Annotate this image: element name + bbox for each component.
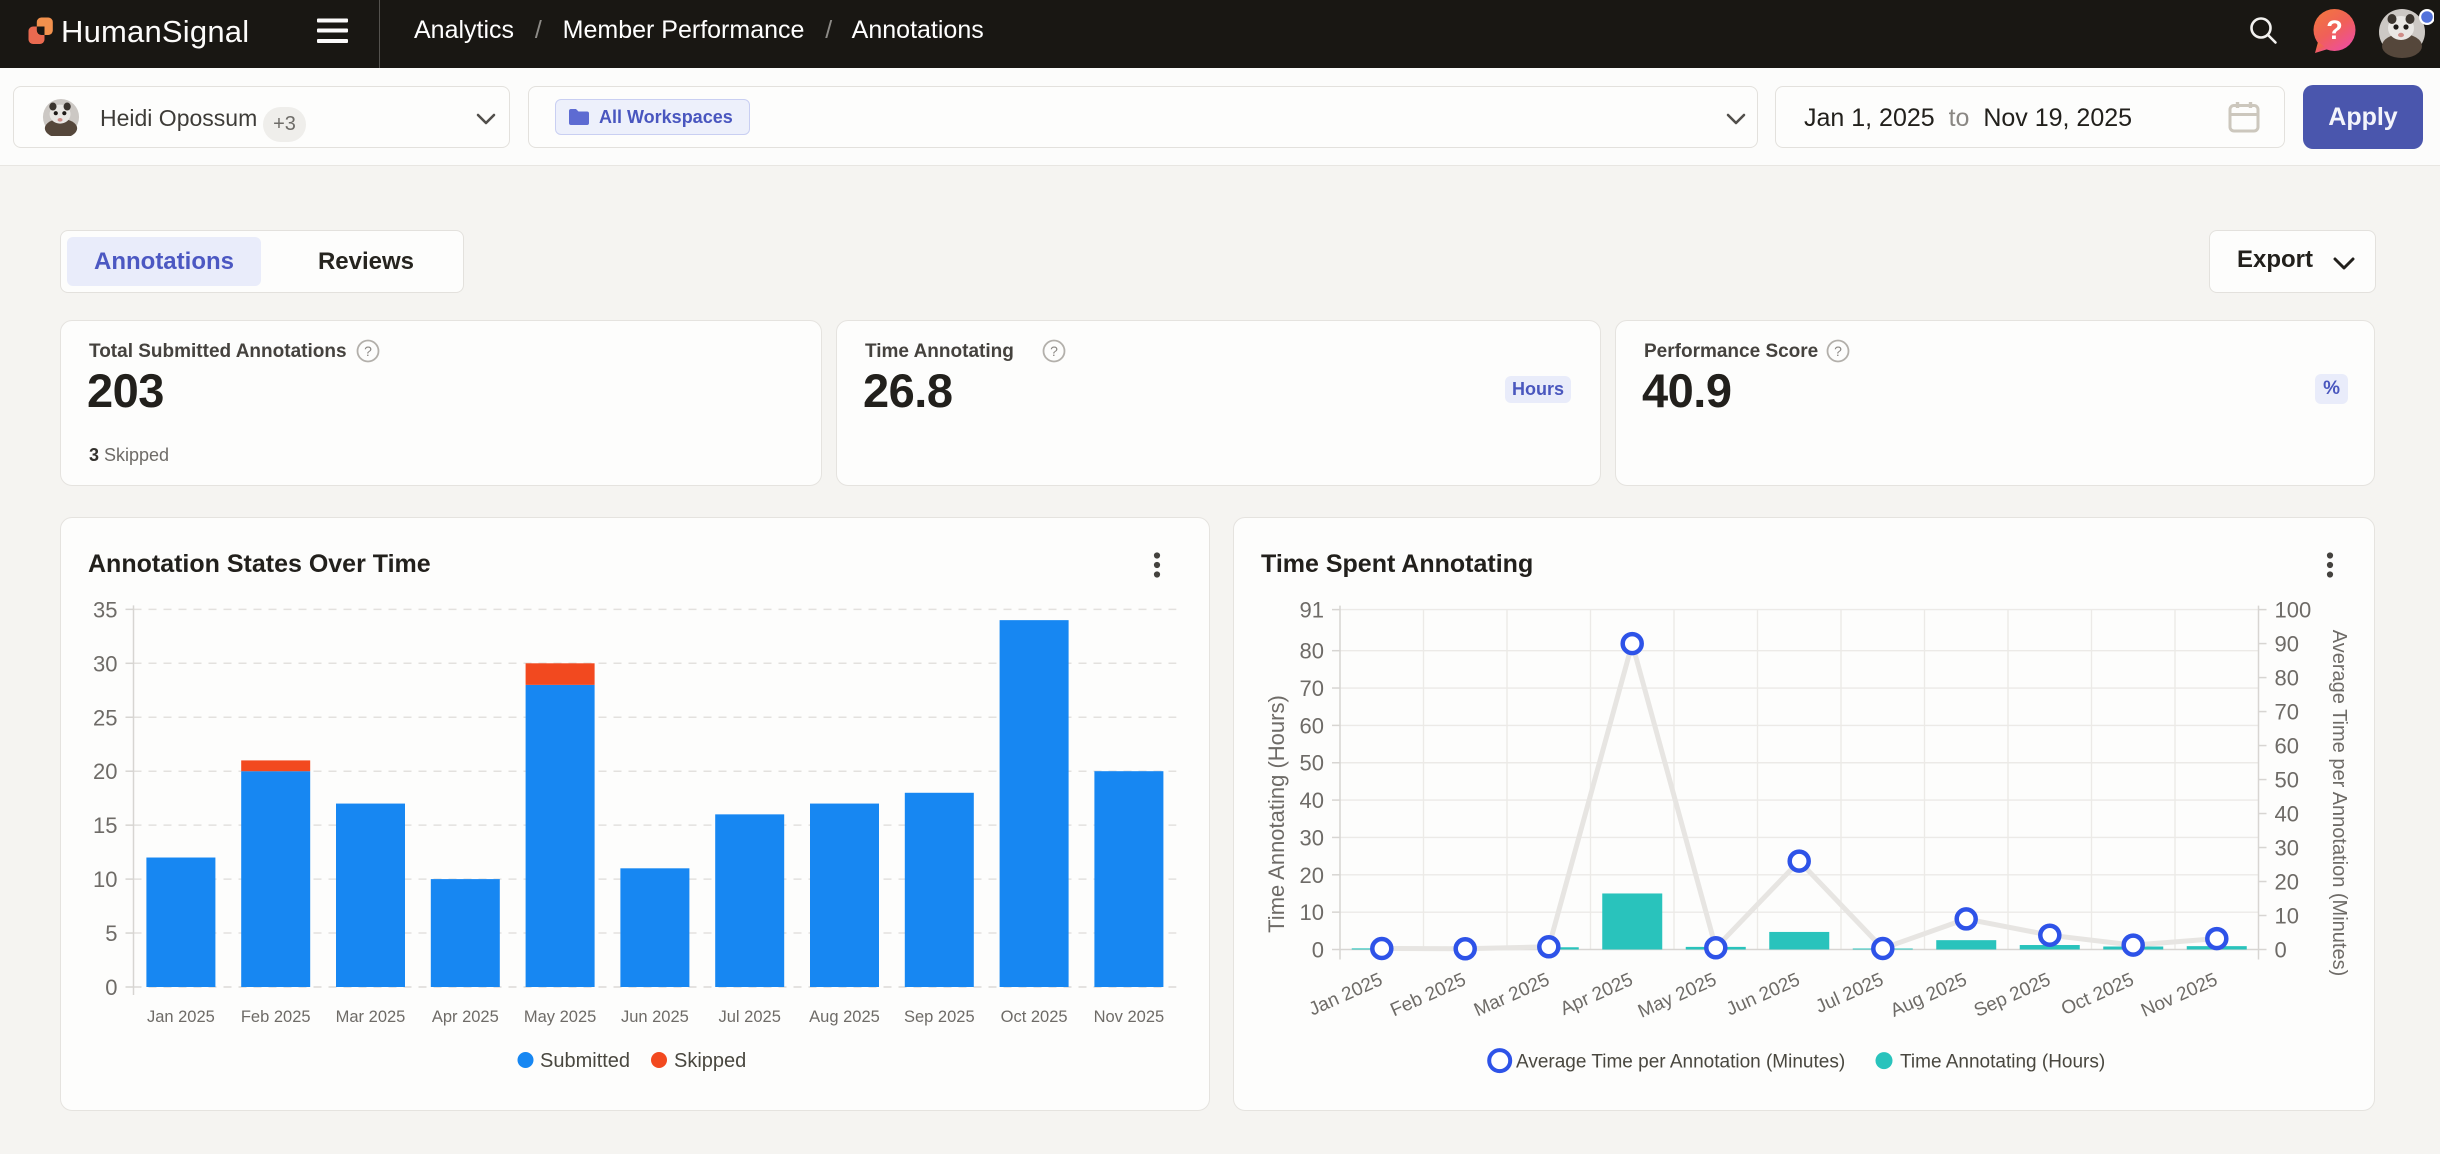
svg-text:Aug 2025: Aug 2025 xyxy=(1887,969,1970,1021)
svg-text:May 2025: May 2025 xyxy=(524,1008,596,1026)
svg-text:20: 20 xyxy=(1300,863,1324,888)
svg-text:Oct 2025: Oct 2025 xyxy=(2058,969,2137,1020)
svg-text:25: 25 xyxy=(93,705,117,730)
svg-text:Average Time per Annotation (M: Average Time per Annotation (Minutes) xyxy=(2328,630,2350,976)
svg-text:Time Spent Annotating: Time Spent Annotating xyxy=(1261,550,1533,578)
svg-text:10: 10 xyxy=(2275,904,2299,929)
svg-text:Jul 2025: Jul 2025 xyxy=(1813,969,1887,1017)
svg-text:Submitted: Submitted xyxy=(540,1050,630,1072)
svg-text:60: 60 xyxy=(2275,734,2299,759)
svg-text:100: 100 xyxy=(2275,598,2312,623)
svg-text:?: ? xyxy=(1050,343,1058,359)
svg-text:Apr 2025: Apr 2025 xyxy=(432,1008,499,1026)
svg-text:Jan 2025: Jan 2025 xyxy=(1306,969,1386,1020)
svg-text:Apr 2025: Apr 2025 xyxy=(1557,969,1636,1020)
svg-text:50: 50 xyxy=(2275,768,2299,793)
svg-text:30: 30 xyxy=(93,651,117,676)
svg-text:Skipped: Skipped xyxy=(674,1050,746,1072)
svg-text:Oct 2025: Oct 2025 xyxy=(1001,1008,1068,1026)
svg-text:Mar 2025: Mar 2025 xyxy=(336,1008,406,1026)
svg-text:May 2025: May 2025 xyxy=(1635,969,1720,1022)
svg-text:20: 20 xyxy=(93,759,117,784)
svg-text:40: 40 xyxy=(2275,802,2299,827)
svg-text:0: 0 xyxy=(2275,938,2287,963)
svg-text:Nov 2025: Nov 2025 xyxy=(2138,969,2221,1021)
svg-text:Jun 2025: Jun 2025 xyxy=(1723,969,1803,1020)
svg-text:Jul 2025: Jul 2025 xyxy=(719,1008,781,1026)
svg-text:Time Annotating (Hours): Time Annotating (Hours) xyxy=(1900,1052,2105,1073)
svg-text:80: 80 xyxy=(2275,666,2299,691)
svg-text:0: 0 xyxy=(105,975,117,1000)
svg-text:?: ? xyxy=(364,343,372,359)
svg-text:0: 0 xyxy=(1312,938,1324,963)
svg-text:Sep 2025: Sep 2025 xyxy=(904,1008,975,1026)
svg-text:20: 20 xyxy=(2275,870,2299,895)
svg-text:80: 80 xyxy=(1300,639,1324,664)
svg-text:10: 10 xyxy=(1300,900,1324,925)
svg-text:90: 90 xyxy=(2275,632,2299,657)
svg-text:Annotation States Over Time: Annotation States Over Time xyxy=(88,550,431,578)
svg-text:40: 40 xyxy=(1300,788,1324,813)
svg-text:35: 35 xyxy=(93,597,117,622)
svg-text:Sep 2025: Sep 2025 xyxy=(1971,969,2054,1021)
svg-text:70: 70 xyxy=(2275,700,2299,725)
svg-text:30: 30 xyxy=(1300,825,1324,850)
svg-text:Feb 2025: Feb 2025 xyxy=(1387,969,1469,1021)
svg-text:Mar 2025: Mar 2025 xyxy=(1471,969,1553,1021)
svg-text:Jan 2025: Jan 2025 xyxy=(147,1008,215,1026)
svg-text:15: 15 xyxy=(93,813,117,838)
svg-text:Feb 2025: Feb 2025 xyxy=(241,1008,311,1026)
svg-text:Average Time per Annotation (M: Average Time per Annotation (Minutes) xyxy=(1516,1052,1845,1073)
svg-text:50: 50 xyxy=(1300,751,1324,776)
svg-text:70: 70 xyxy=(1300,676,1324,701)
svg-text:30: 30 xyxy=(2275,836,2299,861)
svg-text:60: 60 xyxy=(1300,713,1324,738)
svg-text:5: 5 xyxy=(105,921,117,946)
svg-text:Aug 2025: Aug 2025 xyxy=(809,1008,880,1026)
svg-text:?: ? xyxy=(2326,15,2343,45)
svg-text:?: ? xyxy=(1834,343,1842,359)
svg-text:91: 91 xyxy=(1300,598,1324,623)
svg-text:Jun 2025: Jun 2025 xyxy=(621,1008,689,1026)
svg-text:10: 10 xyxy=(93,867,117,892)
svg-text:Time Annotating (Hours): Time Annotating (Hours) xyxy=(1264,695,1289,933)
svg-text:Nov 2025: Nov 2025 xyxy=(1094,1008,1165,1026)
